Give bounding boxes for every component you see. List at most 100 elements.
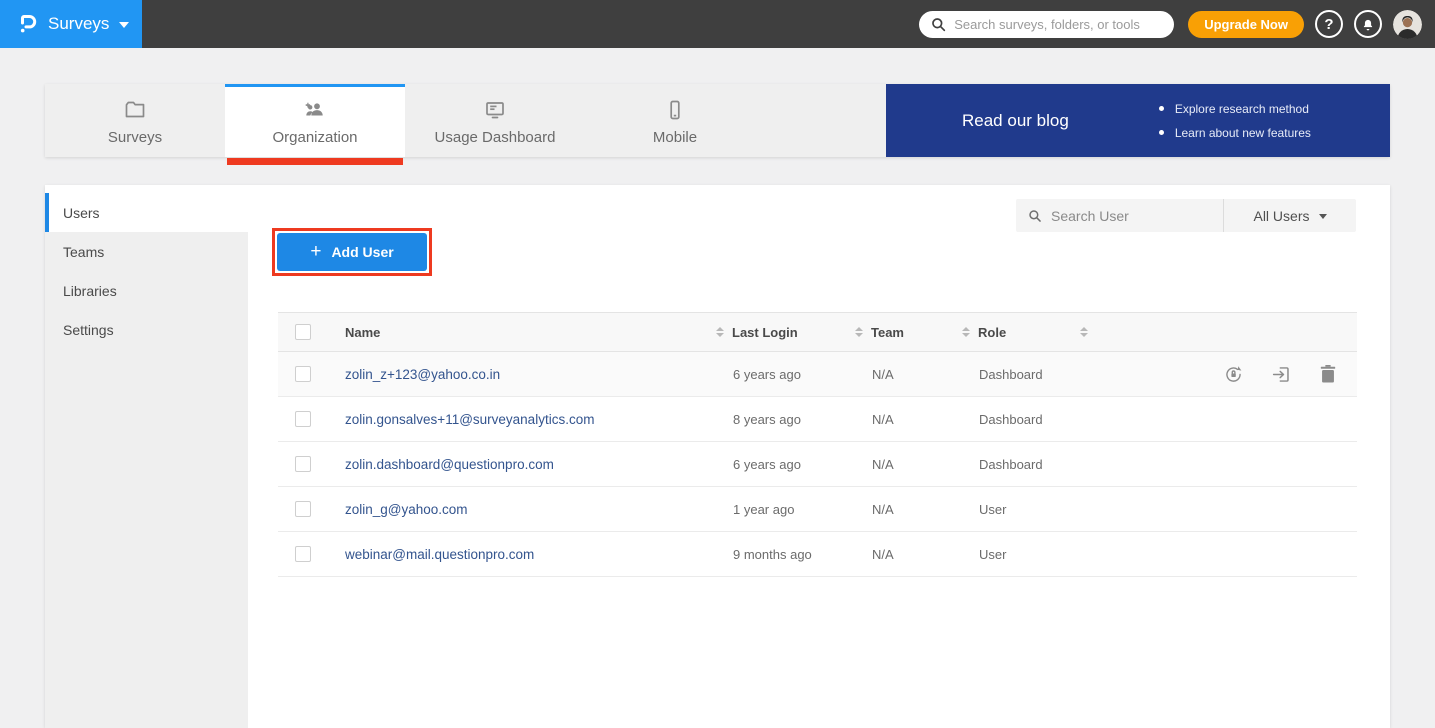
topbar: Surveys Upgrade Now ? xyxy=(0,0,1435,48)
bullet-dot-icon xyxy=(1159,106,1164,111)
global-search[interactable] xyxy=(919,11,1174,38)
user-search-input[interactable] xyxy=(1051,208,1232,224)
sort-icon[interactable] xyxy=(962,327,970,337)
dashboard-icon xyxy=(483,98,507,122)
blog-promo-banner[interactable]: Read our blog Explore research method Le… xyxy=(886,84,1390,157)
team-value: N/A xyxy=(855,457,962,472)
last-login-value: 1 year ago xyxy=(716,502,855,517)
folder-icon xyxy=(123,98,147,122)
column-header-label: Role xyxy=(978,325,1006,340)
role-value: User xyxy=(962,502,1080,517)
sidebar-filler xyxy=(45,349,248,728)
annotation-highlight-add-user: + Add User xyxy=(272,228,432,276)
user-filter-bar: All Users xyxy=(1016,199,1356,232)
add-team-icon xyxy=(302,98,328,122)
table-row: webinar@mail.questionpro.com 9 months ag… xyxy=(278,532,1357,577)
promo-bullet-text: Learn about new features xyxy=(1175,126,1311,140)
bullet-dot-icon xyxy=(1159,130,1164,135)
row-checkbox[interactable] xyxy=(295,366,311,382)
product-label: Surveys xyxy=(48,14,109,34)
user-email-link[interactable]: zolin_z+123@yahoo.co.in xyxy=(345,367,500,382)
promo-bullet-text: Explore research method xyxy=(1175,102,1309,116)
annotation-highlight-organization-tab xyxy=(227,158,403,165)
promo-title: Read our blog xyxy=(962,111,1069,131)
caret-down-icon xyxy=(119,22,129,33)
team-value: N/A xyxy=(855,367,962,382)
last-login-value: 6 years ago xyxy=(716,457,855,472)
promo-bullet-item: Explore research method xyxy=(1159,102,1311,116)
users-table: Name Last Login Team Role xyxy=(278,312,1357,577)
tab-label: Organization xyxy=(272,129,357,146)
sort-icon[interactable] xyxy=(716,327,724,337)
user-email-link[interactable]: webinar@mail.questionpro.com xyxy=(345,547,534,562)
bell-icon xyxy=(1361,17,1375,32)
caret-down-icon xyxy=(1319,214,1327,223)
sidebar-item-settings[interactable]: Settings xyxy=(45,310,248,349)
table-row: zolin.gonsalves+11@surveyanalytics.com 8… xyxy=(278,397,1357,442)
upgrade-now-button[interactable]: Upgrade Now xyxy=(1188,11,1304,38)
column-header-team[interactable]: Team xyxy=(855,325,962,340)
column-header-name[interactable]: Name xyxy=(345,325,716,340)
sort-icon[interactable] xyxy=(1080,327,1088,337)
tab-organization[interactable]: Organization xyxy=(225,84,405,157)
column-header-role[interactable]: Role xyxy=(962,325,1080,340)
user-search[interactable] xyxy=(1016,199,1223,232)
users-content: All Users + Add User Name Last Login T xyxy=(248,185,1390,728)
login-as-user-icon[interactable] xyxy=(1271,364,1292,385)
plus-icon: + xyxy=(310,242,321,261)
questionpro-p-logo xyxy=(16,12,38,36)
organization-panel: Users Teams Libraries Settings All Users… xyxy=(45,185,1390,728)
column-header-last-login[interactable]: Last Login xyxy=(716,325,855,340)
notifications-button[interactable] xyxy=(1354,10,1382,38)
global-search-input[interactable] xyxy=(954,17,1162,32)
role-value: User xyxy=(962,547,1080,562)
brand-product-switcher[interactable]: Surveys xyxy=(0,0,142,48)
question-mark-icon: ? xyxy=(1324,16,1333,33)
role-value: Dashboard xyxy=(962,367,1080,382)
main-tabs: Surveys Organization Usage Dashboard Mob… xyxy=(45,84,1390,157)
user-email-link[interactable]: zolin_g@yahoo.com xyxy=(345,502,468,517)
organization-sidebar: Users Teams Libraries Settings xyxy=(45,185,248,728)
row-checkbox[interactable] xyxy=(295,411,311,427)
promo-bullet-item: Learn about new features xyxy=(1159,126,1311,140)
tab-label: Surveys xyxy=(108,129,162,146)
sidebar-item-teams[interactable]: Teams xyxy=(45,232,248,271)
search-icon xyxy=(1028,209,1042,223)
table-row: zolin_z+123@yahoo.co.in 6 years ago N/A … xyxy=(278,352,1357,397)
column-header-label: Team xyxy=(871,325,904,340)
row-checkbox[interactable] xyxy=(295,546,311,562)
promo-bullet-list: Explore research method Learn about new … xyxy=(1159,102,1311,140)
last-login-value: 6 years ago xyxy=(716,367,855,382)
table-row: zolin_g@yahoo.com 1 year ago N/A User xyxy=(278,487,1357,532)
row-checkbox[interactable] xyxy=(295,501,311,517)
add-user-button[interactable]: + Add User xyxy=(277,233,427,271)
sidebar-item-label: Teams xyxy=(63,244,104,260)
search-icon xyxy=(931,17,946,32)
row-checkbox[interactable] xyxy=(295,456,311,472)
help-button[interactable]: ? xyxy=(1315,10,1343,38)
row-actions xyxy=(1223,364,1357,385)
reset-password-icon[interactable] xyxy=(1223,364,1244,385)
tab-usage-dashboard[interactable]: Usage Dashboard xyxy=(405,84,585,157)
last-login-value: 9 months ago xyxy=(716,547,855,562)
user-email-link[interactable]: zolin.dashboard@questionpro.com xyxy=(345,457,554,472)
mobile-icon xyxy=(663,98,687,122)
table-header-row: Name Last Login Team Role xyxy=(278,312,1357,352)
role-value: Dashboard xyxy=(962,412,1080,427)
user-email-link[interactable]: zolin.gonsalves+11@surveyanalytics.com xyxy=(345,412,594,427)
select-all-checkbox[interactable] xyxy=(295,324,311,340)
user-filter-dropdown[interactable]: All Users xyxy=(1223,199,1356,232)
add-user-label: Add User xyxy=(331,244,393,260)
tab-surveys[interactable]: Surveys xyxy=(45,84,225,157)
sidebar-item-libraries[interactable]: Libraries xyxy=(45,271,248,310)
delete-icon[interactable] xyxy=(1319,364,1337,384)
sidebar-item-users[interactable]: Users xyxy=(45,193,248,232)
user-avatar[interactable] xyxy=(1393,10,1422,39)
tab-label: Mobile xyxy=(653,129,697,146)
sidebar-item-label: Settings xyxy=(63,322,114,338)
sort-icon[interactable] xyxy=(855,327,863,337)
tab-mobile[interactable]: Mobile xyxy=(585,84,765,157)
team-value: N/A xyxy=(855,502,962,517)
user-filter-value: All Users xyxy=(1253,208,1309,224)
sidebar-item-label: Users xyxy=(63,205,100,221)
